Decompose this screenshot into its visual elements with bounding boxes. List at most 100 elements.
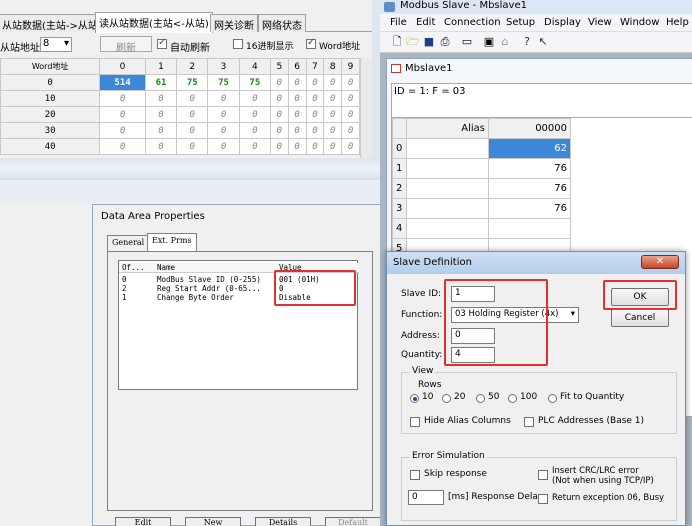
grid-cell[interactable]: 0	[176, 138, 209, 155]
grid-cell[interactable]: 0	[287, 138, 307, 155]
grid-cell[interactable]: 0	[99, 90, 146, 107]
menu-help[interactable]: Help	[666, 17, 689, 28]
grid-cell[interactable]: 0	[287, 122, 307, 139]
grid-cell[interactable]: 0	[287, 74, 307, 91]
alias-cell[interactable]	[406, 138, 489, 159]
print-icon[interactable]: ⎙	[438, 35, 452, 49]
grid-cell[interactable]: 0	[305, 122, 325, 139]
plc-addr-checkbox[interactable]	[524, 417, 534, 427]
value-cell[interactable]: 62	[488, 138, 571, 159]
col-address[interactable]: 00000	[488, 118, 571, 139]
grid-cell[interactable]: 0	[341, 138, 360, 155]
response-delay-input[interactable]: 0	[408, 490, 444, 505]
insert-crc-checkbox[interactable]	[538, 470, 548, 480]
menu-view[interactable]: View	[588, 17, 612, 28]
grid-cell[interactable]: 0	[341, 74, 360, 91]
menu-file[interactable]: File	[390, 17, 407, 28]
rows-10-radio[interactable]	[410, 394, 419, 403]
tab-general[interactable]: General	[107, 235, 150, 251]
menu-display[interactable]: Display	[544, 17, 581, 28]
menu-connection[interactable]: Connection	[444, 17, 501, 28]
alias-cell[interactable]	[406, 198, 489, 219]
auto-refresh-checkbox[interactable]: ✓	[157, 37, 167, 49]
title-bar[interactable]: Modbus Slave - Mbslave1	[380, 0, 692, 14]
grid-cell[interactable]: 0	[238, 138, 271, 155]
menu-edit[interactable]: Edit	[416, 17, 435, 28]
value-cell[interactable]: 76	[488, 178, 571, 199]
grid-cell[interactable]: 0	[99, 122, 146, 139]
grid-cell[interactable]: 0	[207, 122, 240, 139]
word-addr-checkbox[interactable]: ✓	[306, 37, 316, 49]
hide-alias-checkbox[interactable]	[410, 417, 420, 427]
grid-cell[interactable]: 0	[341, 106, 360, 123]
grid-cell[interactable]: 0	[305, 74, 325, 91]
grid-cell[interactable]: 0	[99, 106, 146, 123]
grid-cell[interactable]: 0	[269, 90, 289, 107]
refresh-button[interactable]: 刷新	[100, 36, 152, 54]
hex-display-checkbox[interactable]	[233, 39, 243, 49]
details-button[interactable]: Details	[255, 517, 311, 526]
col-alias[interactable]: Alias	[406, 118, 489, 139]
slave-addr-select[interactable]: 8 ▾	[40, 37, 72, 52]
grid-cell[interactable]: 0	[269, 122, 289, 139]
alias-cell[interactable]	[406, 158, 489, 179]
default-button[interactable]: Default	[325, 517, 381, 526]
grid-cell[interactable]: 0	[305, 90, 325, 107]
new-button[interactable]: New	[185, 517, 241, 526]
grid-cell[interactable]: 0	[323, 74, 343, 91]
return-exception-checkbox[interactable]	[538, 494, 548, 504]
new-file-icon[interactable]: 🗋	[390, 35, 404, 49]
rows-50-radio[interactable]	[476, 394, 485, 403]
alias-cell[interactable]	[406, 218, 489, 239]
grid-cell[interactable]: 0	[207, 90, 240, 107]
grid-cell[interactable]: 0	[287, 106, 307, 123]
grid-cell[interactable]: 0	[144, 90, 178, 107]
grid-cell[interactable]: 0	[238, 90, 271, 107]
value-cell[interactable]: 76	[488, 158, 571, 179]
grid-cell[interactable]: 0	[207, 138, 240, 155]
window-icon[interactable]: ▭	[460, 35, 474, 49]
grid-cell[interactable]: 0	[99, 138, 146, 155]
grid-cell[interactable]: 0	[207, 106, 240, 123]
lock-icon[interactable]: ⌂	[498, 35, 512, 49]
grid-cell[interactable]: 514	[99, 74, 146, 91]
monitor-icon[interactable]: ▣	[482, 35, 496, 49]
grid-cell[interactable]: 75	[238, 74, 271, 91]
value-cell[interactable]	[488, 218, 571, 239]
rows-fit-radio[interactable]	[548, 394, 557, 403]
grid-cell[interactable]: 0	[323, 122, 343, 139]
grid-cell[interactable]: 0	[341, 122, 360, 139]
tab-write-slave-data[interactable]: 从站数据(主站->从站)	[0, 14, 106, 32]
tab-gateway-diagnostics[interactable]: 网关诊断	[210, 14, 258, 32]
grid-cell[interactable]: 0	[144, 122, 178, 139]
alias-cell[interactable]	[406, 178, 489, 199]
grid-cell[interactable]: 0	[176, 90, 209, 107]
grid-cell[interactable]: 0	[287, 90, 307, 107]
skip-response-checkbox[interactable]	[410, 470, 420, 480]
grid-cell[interactable]: 0	[305, 138, 325, 155]
tab-read-slave-data[interactable]: 读从站数据(主站<-从站)	[95, 12, 213, 33]
grid-cell[interactable]: 0	[238, 122, 271, 139]
grid-cell[interactable]: 0	[269, 74, 289, 91]
grid-scrollbar[interactable]	[360, 58, 372, 158]
grid-cell[interactable]: 0	[305, 106, 325, 123]
cancel-button[interactable]: Cancel	[611, 309, 669, 327]
grid-cell[interactable]: 0	[323, 90, 343, 107]
grid-cell[interactable]: 0	[341, 90, 360, 107]
edit-button[interactable]: Edit	[115, 517, 171, 526]
col-offset[interactable]: Of...	[122, 263, 145, 272]
tab-ext-prms[interactable]: Ext. Prms	[147, 233, 197, 251]
help-icon[interactable]: ?	[520, 35, 534, 49]
grid-cell[interactable]: 0	[144, 106, 178, 123]
menu-window[interactable]: Window	[620, 17, 659, 28]
grid-cell[interactable]: 75	[207, 74, 240, 91]
grid-cell[interactable]: 0	[269, 138, 289, 155]
rows-100-radio[interactable]	[508, 394, 517, 403]
context-help-icon[interactable]: ↖	[536, 35, 550, 49]
value-cell[interactable]: 76	[488, 198, 571, 219]
open-folder-icon[interactable]: 🗁	[406, 35, 420, 49]
grid-cell[interactable]: 61	[144, 74, 178, 91]
grid-cell[interactable]: 75	[176, 74, 209, 91]
grid-cell[interactable]: 0	[176, 106, 209, 123]
grid-cell[interactable]: 0	[176, 122, 209, 139]
